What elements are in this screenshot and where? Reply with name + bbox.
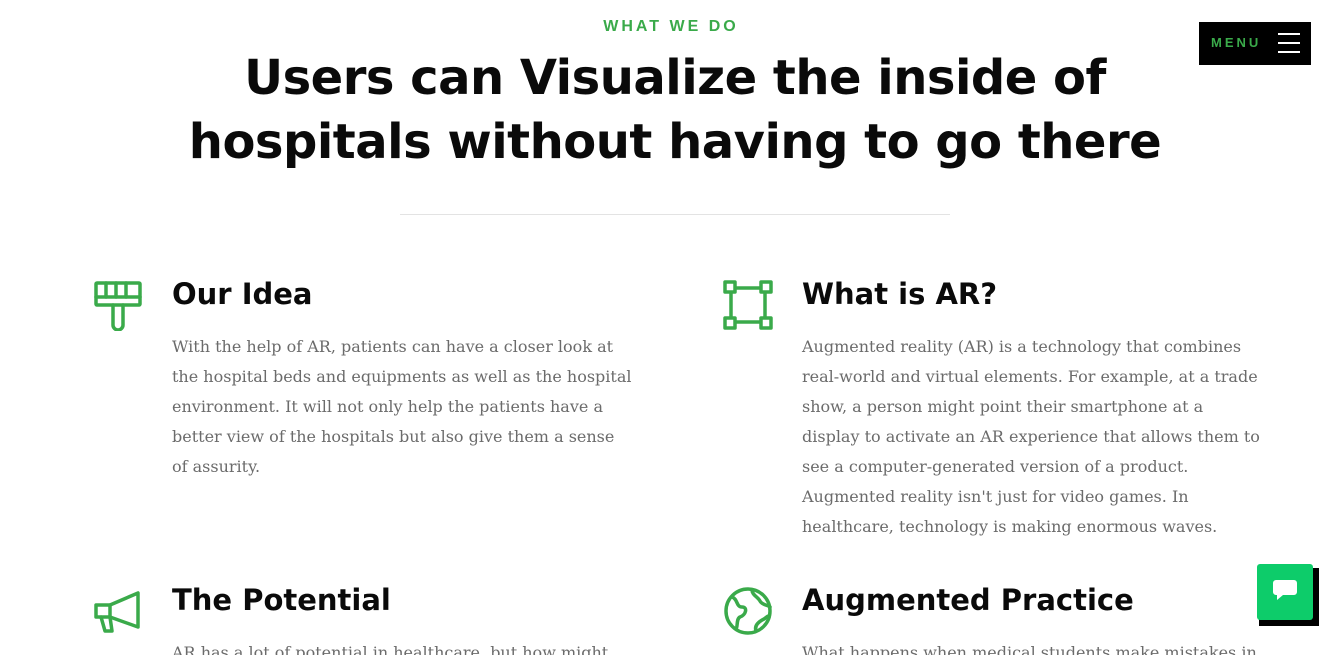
feature-title-what-is-ar: What is AR? (802, 277, 998, 311)
feature-text-the-potential: AR has a lot of potential in healthcare,… (172, 643, 609, 655)
paint-brush-icon (92, 279, 144, 332)
section-divider (400, 214, 950, 215)
section-eyebrow: WHAT WE DO (603, 18, 739, 35)
feature-title-augmented-practice: Augmented Practice (802, 583, 1134, 617)
megaphone-icon (92, 587, 144, 639)
chat-bubble-icon (1272, 578, 1298, 607)
feature-text-our-idea: With the help of AR, patients can have a… (172, 337, 632, 476)
section-headline: Users can Visualize the inside of hospit… (188, 50, 1162, 170)
feature-title-our-idea: Our Idea (172, 277, 313, 311)
menu-label: MENU (1211, 35, 1262, 50)
chat-button-face[interactable] (1257, 564, 1313, 620)
feature-text-augmented-practice: What happens when medical students make … (802, 643, 1257, 655)
chat-button[interactable] (1257, 564, 1319, 626)
vector-square-icon (722, 279, 774, 331)
feature-text-what-is-ar: Augmented reality (AR) is a technology t… (802, 337, 1260, 536)
menu-button[interactable]: MENU (1199, 22, 1311, 65)
hamburger-icon (1278, 33, 1300, 53)
globe-icon (722, 585, 774, 637)
feature-title-the-potential: The Potential (172, 583, 391, 617)
